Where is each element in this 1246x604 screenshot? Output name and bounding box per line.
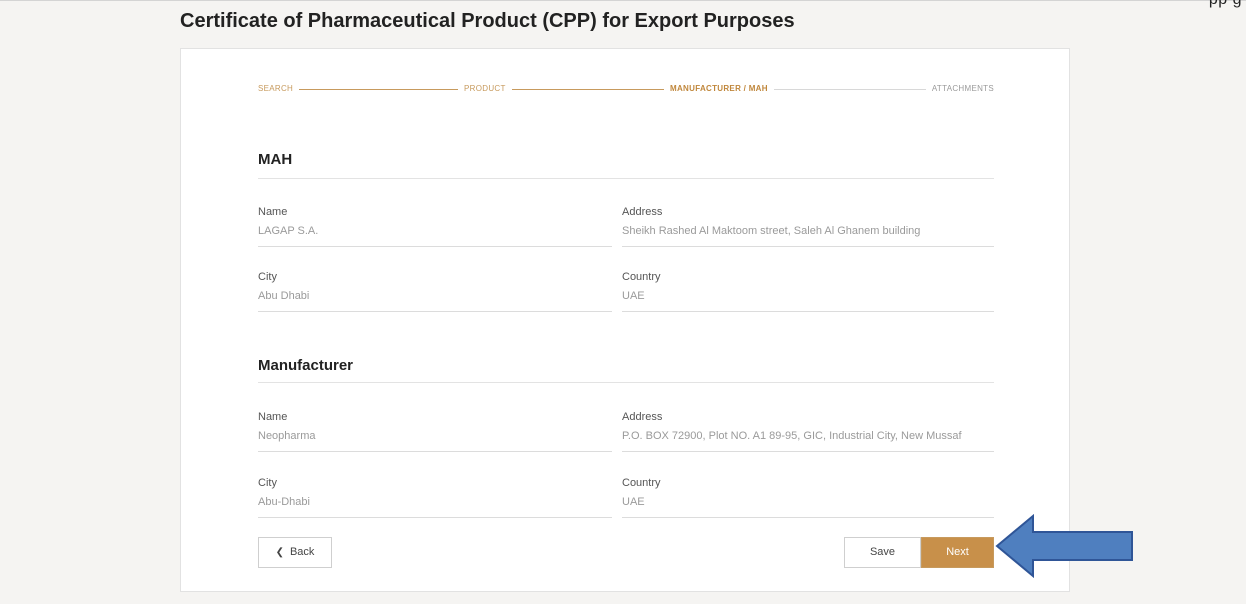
step-product[interactable]: PRODUCT: [458, 83, 512, 95]
mah-name-value[interactable]: LAGAP S.A.: [258, 224, 612, 247]
mah-section-title: MAH: [258, 151, 293, 168]
manufacturer-name-value[interactable]: Neopharma: [258, 429, 612, 452]
mah-country-field[interactable]: Country UAE: [622, 270, 994, 320]
mah-name-label: Name: [258, 206, 288, 218]
mah-country-label: Country: [622, 271, 661, 283]
mah-address-label: Address: [622, 206, 663, 218]
next-button[interactable]: Next: [921, 537, 994, 568]
back-button[interactable]: ❮ Back: [258, 537, 332, 568]
manufacturer-section-divider: [258, 382, 994, 383]
mah-address-field[interactable]: Address Sheikh Rashed Al Maktoom street,…: [622, 205, 994, 255]
save-button[interactable]: Save: [844, 537, 921, 568]
manufacturer-address-label: Address: [622, 411, 663, 423]
mah-city-label: City: [258, 271, 277, 283]
manufacturer-section-title: Manufacturer: [258, 357, 354, 374]
manufacturer-country-value[interactable]: UAE: [622, 495, 994, 518]
manufacturer-address-value[interactable]: P.O. BOX 72900, Plot NO. A1 89-95, GIC, …: [622, 429, 994, 452]
top-divider: [0, 0, 1246, 1]
step-search[interactable]: SEARCH: [258, 83, 300, 95]
manufacturer-country-field[interactable]: Country UAE: [622, 476, 994, 526]
manufacturer-name-label: Name: [258, 411, 288, 423]
progress-stepper: SEARCH PRODUCT MANUFACTURER / MAH ATTACH…: [258, 83, 994, 95]
manufacturer-city-field[interactable]: City Abu-Dhabi: [258, 476, 612, 526]
step-manufacturer-mah[interactable]: MANUFACTURER / MAH: [664, 83, 774, 95]
manufacturer-country-label: Country: [622, 477, 661, 489]
page-title: Certificate of Pharmaceutical Product (C…: [180, 10, 795, 32]
back-button-label: Back: [289, 546, 315, 558]
top-text-fragment: pp g: [1209, 0, 1242, 9]
manufacturer-name-field[interactable]: Name Neopharma: [258, 410, 612, 460]
step-attachments[interactable]: ATTACHMENTS: [925, 83, 994, 95]
mah-city-field[interactable]: City Abu Dhabi: [258, 270, 612, 320]
mah-section-divider: [258, 178, 994, 179]
mah-city-value[interactable]: Abu Dhabi: [258, 289, 612, 312]
mah-name-field[interactable]: Name LAGAP S.A.: [258, 205, 612, 255]
manufacturer-city-value[interactable]: Abu-Dhabi: [258, 495, 612, 518]
mah-country-value[interactable]: UAE: [622, 289, 994, 312]
form-card: SEARCH PRODUCT MANUFACTURER / MAH ATTACH…: [180, 48, 1070, 592]
manufacturer-city-label: City: [258, 477, 277, 489]
manufacturer-address-field[interactable]: Address P.O. BOX 72900, Plot NO. A1 89-9…: [622, 410, 994, 460]
mah-address-value[interactable]: Sheikh Rashed Al Maktoom street, Saleh A…: [622, 224, 994, 247]
annotation-arrow-icon: [995, 514, 1133, 578]
chevron-left-icon: ❮: [275, 547, 284, 558]
